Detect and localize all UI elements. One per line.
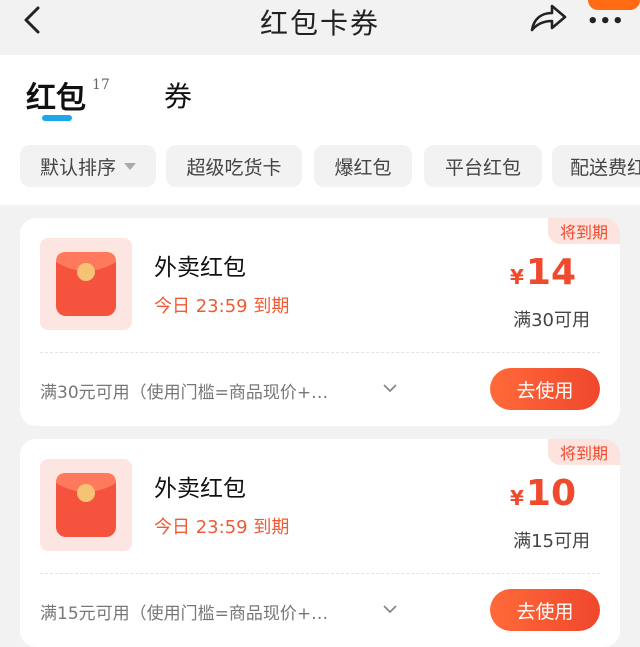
expiring-badge: 将到期	[548, 439, 620, 465]
filter-bar: 默认排序 超级吃货卡 爆红包 平台红包 配送费红包	[0, 125, 640, 205]
usage-rule-text[interactable]: 满30元可用（使用门槛=商品现价+…	[40, 378, 328, 403]
currency-symbol: ¥	[509, 265, 524, 289]
expiring-badge: 将到期	[548, 218, 620, 244]
amount-value: 10	[525, 473, 576, 514]
filter-super-foodie-card[interactable]: 超级吃货卡	[166, 145, 302, 187]
chevron-down-icon[interactable]	[382, 601, 398, 617]
hongbao-amount: ¥ 14	[510, 252, 576, 293]
filter-sort-label: 默认排序	[39, 156, 116, 179]
usage-condition: 满30可用	[513, 310, 590, 331]
expire-time: 今日 23:59 到期	[154, 517, 290, 538]
chevron-down-icon[interactable]	[382, 380, 398, 396]
use-button[interactable]: 去使用	[490, 368, 600, 410]
hongbao-title: 外卖红包	[154, 476, 246, 502]
amount-value: 14	[525, 252, 576, 293]
red-envelope-icon	[56, 252, 116, 316]
usage-rule-text[interactable]: 满15元可用（使用门槛=商品现价+…	[40, 599, 328, 624]
hongbao-amount: ¥ 10	[510, 473, 576, 514]
hongbao-card: 将到期 外卖红包 今日 23:59 到期 ¥ 10 满15可用 满15元可用（使…	[20, 439, 620, 647]
use-button[interactable]: 去使用	[490, 589, 600, 631]
filter-platform-hongbao[interactable]: 平台红包	[424, 145, 542, 187]
tab-bar: 红包 17 券	[0, 55, 640, 125]
hongbao-card: 将到期 外卖红包 今日 23:59 到期 ¥ 14 满30可用 满30元可用（使…	[20, 218, 620, 426]
hongbao-thumbnail	[40, 459, 132, 551]
usage-condition: 满15可用	[513, 531, 590, 552]
currency-symbol: ¥	[509, 486, 524, 510]
red-envelope-icon	[56, 473, 116, 537]
tab-hongbao[interactable]: 红包	[26, 73, 86, 117]
app-header: 红包卡券 •••	[0, 0, 640, 55]
filter-hot-hongbao[interactable]: 爆红包	[314, 145, 412, 187]
hongbao-thumbnail	[40, 238, 132, 330]
expire-time: 今日 23:59 到期	[154, 296, 290, 317]
dropdown-arrow-icon	[124, 162, 136, 170]
share-icon[interactable]	[528, 2, 568, 34]
tab-quan[interactable]: 券	[164, 75, 192, 115]
notification-badge	[588, 0, 640, 10]
filter-delivery-fee-hongbao[interactable]: 配送费红包	[552, 145, 640, 187]
tab-hongbao-count: 17	[92, 77, 110, 93]
hongbao-title: 外卖红包	[154, 255, 246, 281]
active-tab-indicator	[42, 115, 72, 121]
filter-sort[interactable]: 默认排序	[20, 145, 156, 187]
dashed-divider	[40, 352, 600, 353]
more-menu-icon[interactable]: •••	[584, 0, 640, 32]
dashed-divider	[40, 573, 600, 574]
